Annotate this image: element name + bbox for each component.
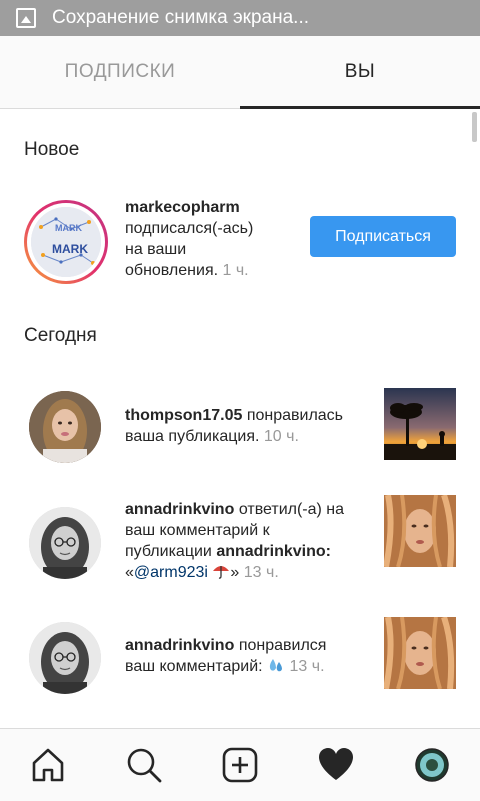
add-icon [222,747,258,783]
username[interactable]: thompson17.05 [125,407,242,424]
tab-you[interactable]: ВЫ [240,36,480,109]
timestamp: 10 ч. [263,428,299,445]
notification-line: публикации [125,543,212,560]
section-today-title: Сегодня [24,325,97,346]
timestamp: 1 ч. [222,262,249,279]
markecopharm-logo: MARK MARK [31,207,101,277]
notification-line: обновления. [125,262,219,279]
status-bar: Сохранение снимка экрана... [0,0,480,36]
section-new-title: Новое [24,139,80,160]
timestamp: 13 ч. [289,658,325,675]
follow-button[interactable]: Подписаться [310,216,456,257]
tab-following[interactable]: ПОДПИСКИ [0,36,240,108]
home-icon [32,748,64,782]
selfie-photo [384,495,456,567]
notification-line: ваш комментарий к [125,522,270,539]
screenshot-icon [16,8,36,28]
nav-activity[interactable] [312,741,360,789]
selfie-photo [384,617,456,689]
post-thumbnail[interactable] [384,388,456,460]
search-icon [127,748,162,783]
notification-text: annadrinkvino ответил(-а) на ваш коммент… [125,499,344,583]
notification-text: markecopharm подписался(-ась) на ваши об… [125,197,253,281]
notification-line: ваш комментарий: [125,658,263,675]
quote-close: » [230,564,240,581]
avatar-annadrinkvino[interactable] [29,622,101,694]
logo-text-top: MARK [55,223,82,233]
username[interactable]: annadrinkvino [125,501,234,518]
notification-action: понравился [238,637,327,654]
username[interactable]: markecopharm [125,199,240,216]
avatar-photo [29,391,101,463]
bottom-navigation [0,728,480,801]
notification-line: ваша публикация. [125,428,260,445]
logo-text-bottom: MARK [52,242,88,256]
notification-text: thompson17.05 понравилась ваша публикаци… [125,405,343,447]
notification-line: подписался(-ась) [125,220,254,237]
nav-profile[interactable] [408,741,456,789]
nav-add[interactable] [216,741,264,789]
avatar-thompson17-05[interactable] [29,391,101,463]
profile-avatar [415,748,449,782]
nav-home[interactable] [24,741,72,789]
activity-tabs: ПОДПИСКИ ВЫ [0,36,480,109]
avatar-photo [29,622,101,694]
active-tab-indicator [240,106,480,109]
notification-line: на ваши [125,241,187,258]
scrollbar[interactable] [472,112,477,142]
mentioned-user[interactable]: annadrinkvino: [216,543,331,560]
avatar-annadrinkvino[interactable] [29,507,101,579]
notification-action: ответил(-а) на [238,501,345,518]
status-bar-title: Сохранение снимка экрана... [52,7,310,28]
quote-open: « [125,564,134,581]
nav-search[interactable] [120,741,168,789]
notification-action: понравилась [246,407,344,424]
sweat-drops-icon [267,658,285,675]
mention-link[interactable]: @arm923i [134,564,208,581]
timestamp: 13 ч. [243,564,279,581]
avatar-markecopharm[interactable]: MARK MARK [31,207,101,277]
notification-text: annadrinkvino понравился ваш комментарий… [125,635,326,677]
tab-you-label: ВЫ [344,61,376,82]
post-thumbnail[interactable] [384,495,456,567]
sunset-photo [384,388,456,460]
umbrella-icon [212,564,230,581]
heart-icon [319,748,353,780]
username[interactable]: annadrinkvino [125,637,234,654]
avatar-photo [29,507,101,579]
post-thumbnail[interactable] [384,617,456,689]
